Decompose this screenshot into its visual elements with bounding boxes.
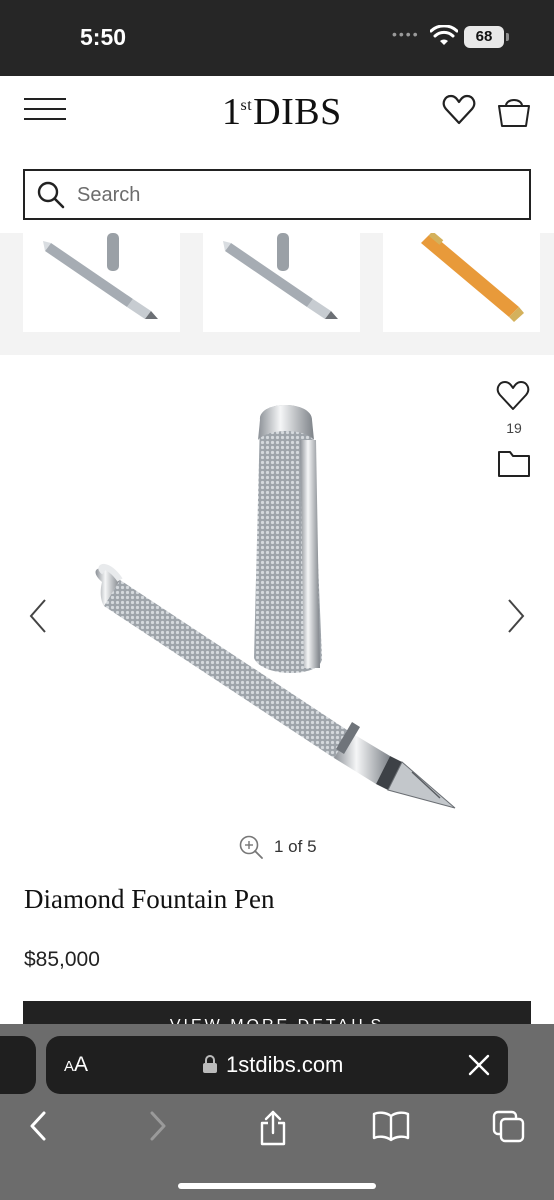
favorite-heart-icon[interactable] [496, 380, 530, 412]
chevron-right-icon[interactable] [148, 1110, 168, 1142]
home-indicator [178, 1183, 376, 1189]
cellular-signal-icon: •••• [392, 26, 420, 42]
orange-pen-thumbnail-image [421, 233, 524, 322]
previous-image-arrow[interactable] [28, 598, 48, 634]
lock-icon [203, 1055, 217, 1073]
related-item-thumbnail[interactable] [203, 233, 360, 332]
folder-icon[interactable] [497, 448, 531, 478]
reader-settings-button[interactable]: AA [64, 1053, 88, 1077]
address-bar[interactable]: AA 1stdibs.com [46, 1036, 508, 1094]
chevron-left-icon[interactable] [28, 1110, 48, 1142]
battery-indicator: 68 [464, 26, 509, 48]
wifi-icon [430, 25, 458, 45]
status-bar: 5:50 •••• 68 [0, 0, 554, 76]
hamburger-menu-icon[interactable] [24, 98, 66, 124]
close-icon[interactable] [468, 1054, 490, 1076]
status-time: 5:50 [80, 24, 127, 50]
search-icon [37, 181, 65, 209]
image-counter: 1 of 5 [274, 837, 317, 856]
product-price: $85,000 [24, 948, 100, 971]
zoom-in-icon[interactable] [238, 834, 264, 860]
product-title: Diamond Fountain Pen [24, 884, 275, 914]
search-input[interactable] [77, 179, 507, 211]
shopping-bag-icon[interactable] [497, 94, 531, 128]
previous-tab-preview[interactable] [0, 1036, 36, 1094]
next-image-arrow[interactable] [506, 598, 526, 634]
heart-icon[interactable] [442, 94, 476, 126]
url-text[interactable]: 1stdibs.com [226, 1052, 343, 1078]
related-items-carousel[interactable] [0, 233, 554, 355]
browser-toolbar: AA 1stdibs.com [0, 1024, 554, 1200]
site-header: 1stDIBS [0, 76, 554, 160]
related-item-thumbnail[interactable] [23, 233, 180, 332]
tabs-icon[interactable] [492, 1110, 526, 1144]
site-logo[interactable]: 1stDIBS [222, 90, 342, 134]
product-main-image[interactable] [90, 400, 470, 820]
share-icon[interactable] [258, 1110, 288, 1146]
favorite-count: 19 [506, 420, 522, 436]
pen-thumbnail-image [223, 233, 338, 319]
related-item-thumbnail[interactable] [383, 233, 540, 332]
pen-thumbnail-image [43, 233, 158, 319]
search-bar[interactable] [23, 169, 531, 220]
book-icon[interactable] [372, 1110, 410, 1142]
